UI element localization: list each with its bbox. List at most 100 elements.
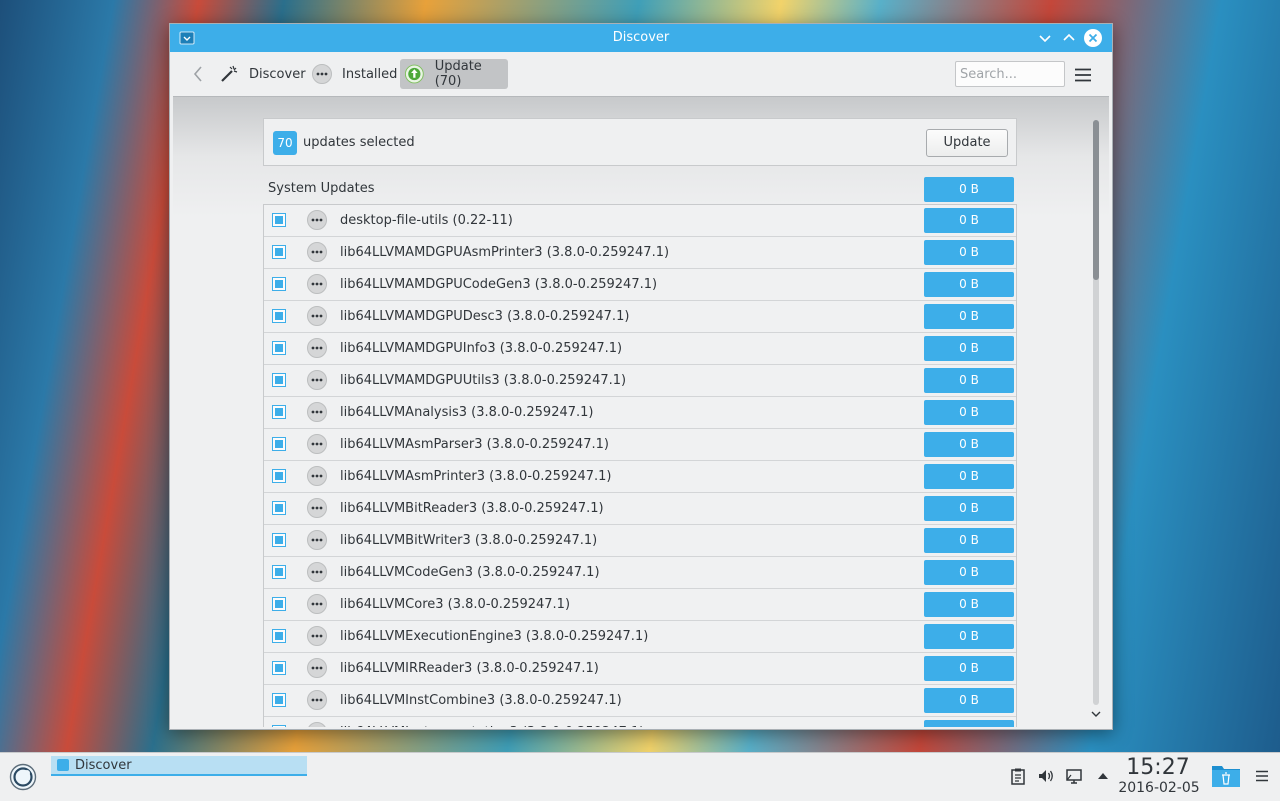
update-checkbox[interactable] — [272, 341, 286, 355]
back-button[interactable] — [188, 59, 208, 89]
update-row[interactable]: lib64LLVMAMDGPUCodeGen3 (3.8.0-0.259247.… — [264, 269, 1016, 301]
update-checkbox[interactable] — [272, 373, 286, 387]
package-size-badge: 0 B — [924, 208, 1014, 233]
panel-menu-icon[interactable] — [1255, 769, 1269, 783]
update-row[interactable]: lib64LLVMCodeGen3 (3.8.0-0.259247.1) 0 B — [264, 557, 1016, 589]
tab-discover[interactable]: Discover — [219, 59, 306, 89]
scrollbar-thumb[interactable] — [1093, 120, 1099, 280]
maximize-icon[interactable] — [1060, 29, 1078, 47]
package-size-badge: 0 B — [924, 592, 1014, 617]
section-title: System Updates — [268, 181, 375, 196]
updates-summary: 70 updates selected Update — [263, 118, 1017, 166]
update-row[interactable]: lib64LLVMAsmParser3 (3.8.0-0.259247.1) 0 … — [264, 429, 1016, 461]
more-dots-icon[interactable] — [307, 306, 327, 326]
trash-folder-icon[interactable] — [1211, 762, 1241, 788]
task-discover[interactable]: Discover — [51, 756, 307, 776]
discover-task-icon — [57, 759, 69, 771]
clock-date[interactable]: 2016-02-05 — [1113, 780, 1205, 796]
package-name: lib64LLVMAsmPrinter3 (3.8.0-0.259247.1) — [340, 469, 612, 484]
more-dots-icon[interactable] — [307, 338, 327, 358]
more-dots-icon[interactable] — [307, 690, 327, 710]
update-checkbox[interactable] — [272, 597, 286, 611]
more-dots-icon[interactable] — [307, 242, 327, 262]
package-name: lib64LLVMAMDGPUCodeGen3 (3.8.0-0.259247.… — [340, 277, 658, 292]
back-arrow-icon — [193, 66, 202, 82]
package-size-badge: 0 B — [924, 528, 1014, 553]
package-name: lib64LLVMAMDGPUDesc3 (3.8.0-0.259247.1) — [340, 309, 630, 324]
close-icon[interactable] — [1084, 29, 1102, 47]
package-name: desktop-file-utils (0.22-11) — [340, 213, 513, 228]
titlebar[interactable]: Discover — [170, 24, 1112, 52]
update-checkbox[interactable] — [272, 693, 286, 707]
update-row[interactable]: lib64LLVMAMDGPUInfo3 (3.8.0-0.259247.1) 0… — [264, 333, 1016, 365]
update-row[interactable]: lib64LLVMAMDGPUUtils3 (3.8.0-0.259247.1)… — [264, 365, 1016, 397]
update-row[interactable]: lib64LLVMAnalysis3 (3.8.0-0.259247.1) 0 B — [264, 397, 1016, 429]
section-size-badge: 0 B — [924, 177, 1014, 202]
update-checkbox[interactable] — [272, 501, 286, 515]
task-discover-label: Discover — [75, 757, 132, 773]
more-dots-icon[interactable] — [307, 466, 327, 486]
more-dots-icon[interactable] — [307, 658, 327, 678]
scrollbar[interactable] — [1091, 120, 1101, 705]
more-dots-icon[interactable] — [307, 402, 327, 422]
package-name: lib64LLVMBitWriter3 (3.8.0-0.259247.1) — [340, 533, 598, 548]
clock-time[interactable]: 15:27 — [1118, 755, 1198, 780]
update-checkbox[interactable] — [272, 725, 286, 727]
clipboard-icon[interactable] — [1009, 767, 1027, 785]
package-size-badge: 0 B — [924, 624, 1014, 649]
package-size-badge: 0 B — [924, 272, 1014, 297]
more-dots-icon[interactable] — [307, 530, 327, 550]
update-row[interactable]: lib64LLVMInstrumentation3 (3.8.0-0.25924… — [264, 717, 1016, 727]
update-row[interactable]: lib64LLVMAMDGPUAsmPrinter3 (3.8.0-0.2592… — [264, 237, 1016, 269]
minimize-icon[interactable] — [1036, 29, 1054, 47]
update-row[interactable]: lib64LLVMAMDGPUDesc3 (3.8.0-0.259247.1) 0… — [264, 301, 1016, 333]
more-dots-icon[interactable] — [307, 722, 327, 727]
package-name: lib64LLVMAsmParser3 (3.8.0-0.259247.1) — [340, 437, 609, 452]
package-name: lib64LLVMAMDGPUInfo3 (3.8.0-0.259247.1) — [340, 341, 623, 356]
update-checkbox[interactable] — [272, 437, 286, 451]
update-checkbox[interactable] — [272, 533, 286, 547]
more-dots-icon[interactable] — [307, 210, 327, 230]
more-dots-icon[interactable] — [307, 594, 327, 614]
update-checkbox[interactable] — [272, 469, 286, 483]
update-row[interactable]: lib64LLVMBitReader3 (3.8.0-0.259247.1) 0 … — [264, 493, 1016, 525]
more-dots-icon[interactable] — [307, 562, 327, 582]
update-checkbox[interactable] — [272, 661, 286, 675]
volume-icon[interactable] — [1037, 767, 1055, 785]
package-name: lib64LLVMAMDGPUUtils3 (3.8.0-0.259247.1) — [340, 373, 627, 388]
hamburger-menu-icon[interactable] — [1074, 66, 1092, 84]
more-dots-icon[interactable] — [307, 274, 327, 294]
update-row[interactable]: lib64LLVMIRReader3 (3.8.0-0.259247.1) 0 B — [264, 653, 1016, 685]
package-size-badge: 0 B — [924, 336, 1014, 361]
magic-wand-icon — [221, 65, 238, 82]
search-input[interactable] — [955, 61, 1065, 87]
update-row[interactable]: lib64LLVMBitWriter3 (3.8.0-0.259247.1) 0 … — [264, 525, 1016, 557]
more-dots-icon[interactable] — [307, 370, 327, 390]
network-icon[interactable] — [1065, 767, 1083, 785]
expand-tray-icon[interactable] — [1094, 767, 1112, 785]
update-checkbox[interactable] — [272, 309, 286, 323]
update-checkbox[interactable] — [272, 565, 286, 579]
update-row[interactable]: lib64LLVMInstCombine3 (3.8.0-0.259247.1)… — [264, 685, 1016, 717]
tab-installed-label: Installed — [342, 66, 398, 82]
update-checkbox[interactable] — [272, 213, 286, 227]
more-dots-icon[interactable] — [307, 626, 327, 646]
scroll-down-icon[interactable] — [1089, 707, 1103, 721]
tab-update[interactable]: Update (70) — [400, 59, 508, 89]
tab-installed[interactable]: Installed — [312, 59, 397, 89]
update-row[interactable]: lib64LLVMCore3 (3.8.0-0.259247.1) 0 B — [264, 589, 1016, 621]
update-row[interactable]: lib64LLVMAsmPrinter3 (3.8.0-0.259247.1) 0… — [264, 461, 1016, 493]
update-row[interactable]: lib64LLVMExecutionEngine3 (3.8.0-0.25924… — [264, 621, 1016, 653]
package-name: lib64LLVMInstCombine3 (3.8.0-0.259247.1) — [340, 693, 622, 708]
update-button[interactable]: Update — [926, 129, 1008, 157]
kde-launcher-icon[interactable] — [9, 763, 37, 791]
more-dots-icon[interactable] — [307, 498, 327, 518]
update-row[interactable]: desktop-file-utils (0.22-11) 0 B — [264, 205, 1016, 237]
update-checkbox[interactable] — [272, 629, 286, 643]
more-dots-icon[interactable] — [307, 434, 327, 454]
update-checkbox[interactable] — [272, 245, 286, 259]
update-checkbox[interactable] — [272, 277, 286, 291]
updates-view[interactable]: 70 updates selected Update System Update… — [173, 96, 1109, 727]
window-title: Discover — [612, 30, 670, 45]
update-checkbox[interactable] — [272, 405, 286, 419]
